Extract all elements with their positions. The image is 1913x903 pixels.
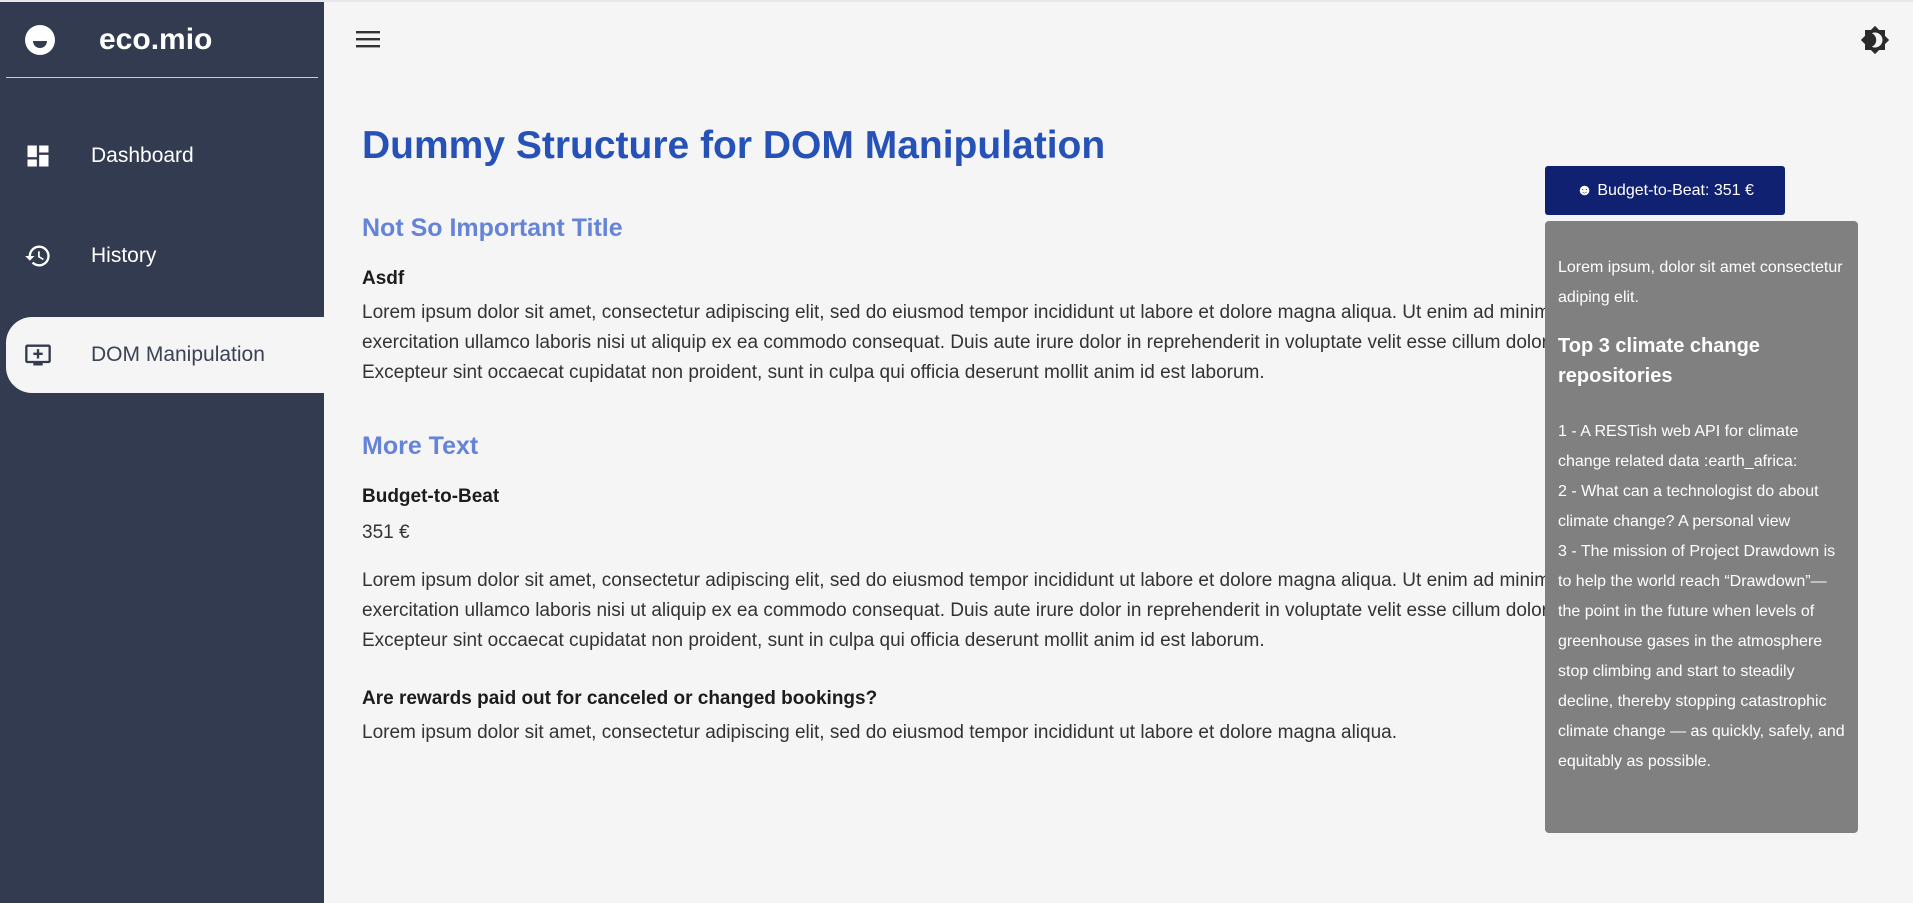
- brightness-icon[interactable]: [1860, 25, 1890, 55]
- panel-heading: Top 3 climate change repositories: [1558, 335, 1760, 387]
- paragraph: Lorem ipsum dolor sit amet, consectetur …: [362, 566, 1552, 656]
- section-subtitle: Asdf: [362, 268, 405, 289]
- page-title: Dummy Structure for DOM Manipulation: [362, 124, 1106, 167]
- paragraph: Lorem ipsum dolor sit amet, consectetur …: [362, 298, 1552, 388]
- dashboard-icon: [27, 145, 49, 167]
- logo-icon: [25, 25, 55, 55]
- climate-info-panel: Lorem ipsum, dolor sit amet consectetur …: [1545, 221, 1858, 833]
- repository-list: 1 - A RESTish web API for climate change…: [1558, 417, 1845, 777]
- paragraph-line: Lorem ipsum dolor sit amet, consectetur …: [362, 722, 1398, 743]
- faq-question: Are rewards paid out for canceled or cha…: [362, 688, 878, 709]
- faq-answer: Lorem ipsum dolor sit amet, consectetur …: [362, 718, 1552, 748]
- paragraph-line: exercitation ullamco laboris nisi ut ali…: [362, 600, 1552, 621]
- brand-title: eco.mio: [99, 23, 213, 56]
- brand[interactable]: eco.mio: [6, 2, 318, 78]
- main-content: Dummy Structure for DOM Manipulation Not…: [362, 0, 1552, 901]
- add-to-queue-icon: [25, 344, 51, 366]
- paragraph-line: Excepteur sint occaecat cupidatat non pr…: [362, 362, 1265, 383]
- sidebar: eco.mio Dashboard History DOM Manipulati…: [0, 2, 324, 903]
- section-title: More Text: [362, 432, 479, 460]
- sidebar-item-dom-manipulation[interactable]: DOM Manipulation: [6, 317, 324, 393]
- paragraph-line: Excepteur sint occaecat cupidatat non pr…: [362, 630, 1265, 651]
- paragraph-line: Lorem ipsum dolor sit amet, consectetur …: [362, 570, 1552, 591]
- history-icon: [25, 245, 50, 267]
- sidebar-item-history[interactable]: History: [0, 218, 324, 294]
- sidebar-item-dashboard[interactable]: Dashboard: [0, 118, 324, 194]
- panel-intro: Lorem ipsum, dolor sit amet consectetur …: [1558, 259, 1843, 306]
- budget-label: Budget-to-Beat: [362, 486, 500, 507]
- list-item: 2 - What can a technologist do about cli…: [1558, 483, 1819, 530]
- sidebar-item-label: DOM Manipulation: [91, 343, 265, 366]
- budget-value: 351 €: [362, 522, 410, 543]
- paragraph-line: exercitation ullamco laboris nisi ut ali…: [362, 332, 1552, 353]
- budget-to-beat-button[interactable]: ☻ Budget-to-Beat: 351 €: [1545, 166, 1785, 215]
- paragraph-line: Lorem ipsum dolor sit amet, consectetur …: [362, 302, 1552, 323]
- list-item: 1 - A RESTish web API for climate change…: [1558, 423, 1799, 470]
- section-title: Not So Important Title: [362, 214, 623, 242]
- sidebar-item-label: Dashboard: [91, 144, 194, 167]
- list-item: 3 - The mission of Project Drawdown is t…: [1558, 543, 1845, 770]
- sidebar-lower-bg: [0, 393, 324, 903]
- sidebar-item-label: History: [91, 244, 157, 267]
